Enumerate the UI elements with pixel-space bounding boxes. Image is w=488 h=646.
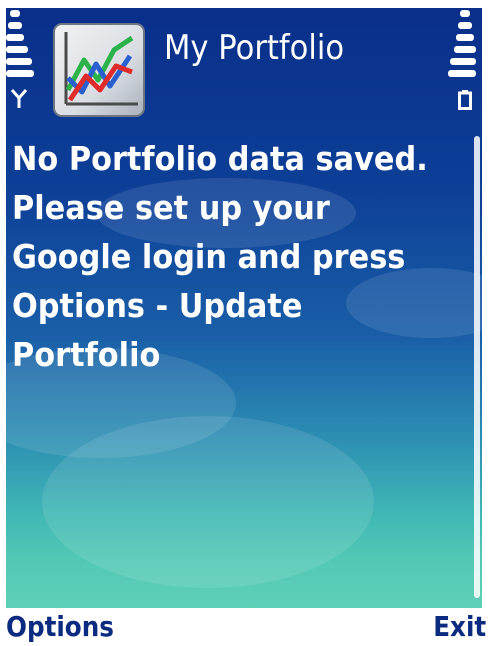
antenna-icon (10, 89, 28, 108)
signal-bar (10, 10, 20, 17)
options-softkey[interactable]: Options (6, 608, 114, 646)
battery-icon (458, 90, 472, 110)
battery-bar (454, 46, 476, 53)
exit-softkey[interactable]: Exit (433, 608, 486, 646)
signal-bar (6, 58, 32, 65)
battery-bar (460, 10, 470, 17)
phone-screen: My Portfolio No Portfolio data saved. Pl… (0, 0, 488, 646)
app-title: My Portfolio (164, 28, 345, 68)
battery-bar (448, 70, 476, 77)
signal-bar (8, 22, 22, 29)
scrollbar[interactable] (474, 136, 480, 598)
battery-bar (458, 22, 472, 29)
signal-bar (6, 34, 24, 41)
signal-bar (6, 70, 34, 77)
status-message: No Portfolio data saved. Please set up y… (12, 139, 428, 374)
signal-bar (6, 46, 28, 53)
wallpaper-bubble (42, 416, 374, 588)
portfolio-chart-app-icon (53, 23, 145, 117)
battery-bar (450, 58, 476, 65)
battery-bar (456, 34, 474, 41)
